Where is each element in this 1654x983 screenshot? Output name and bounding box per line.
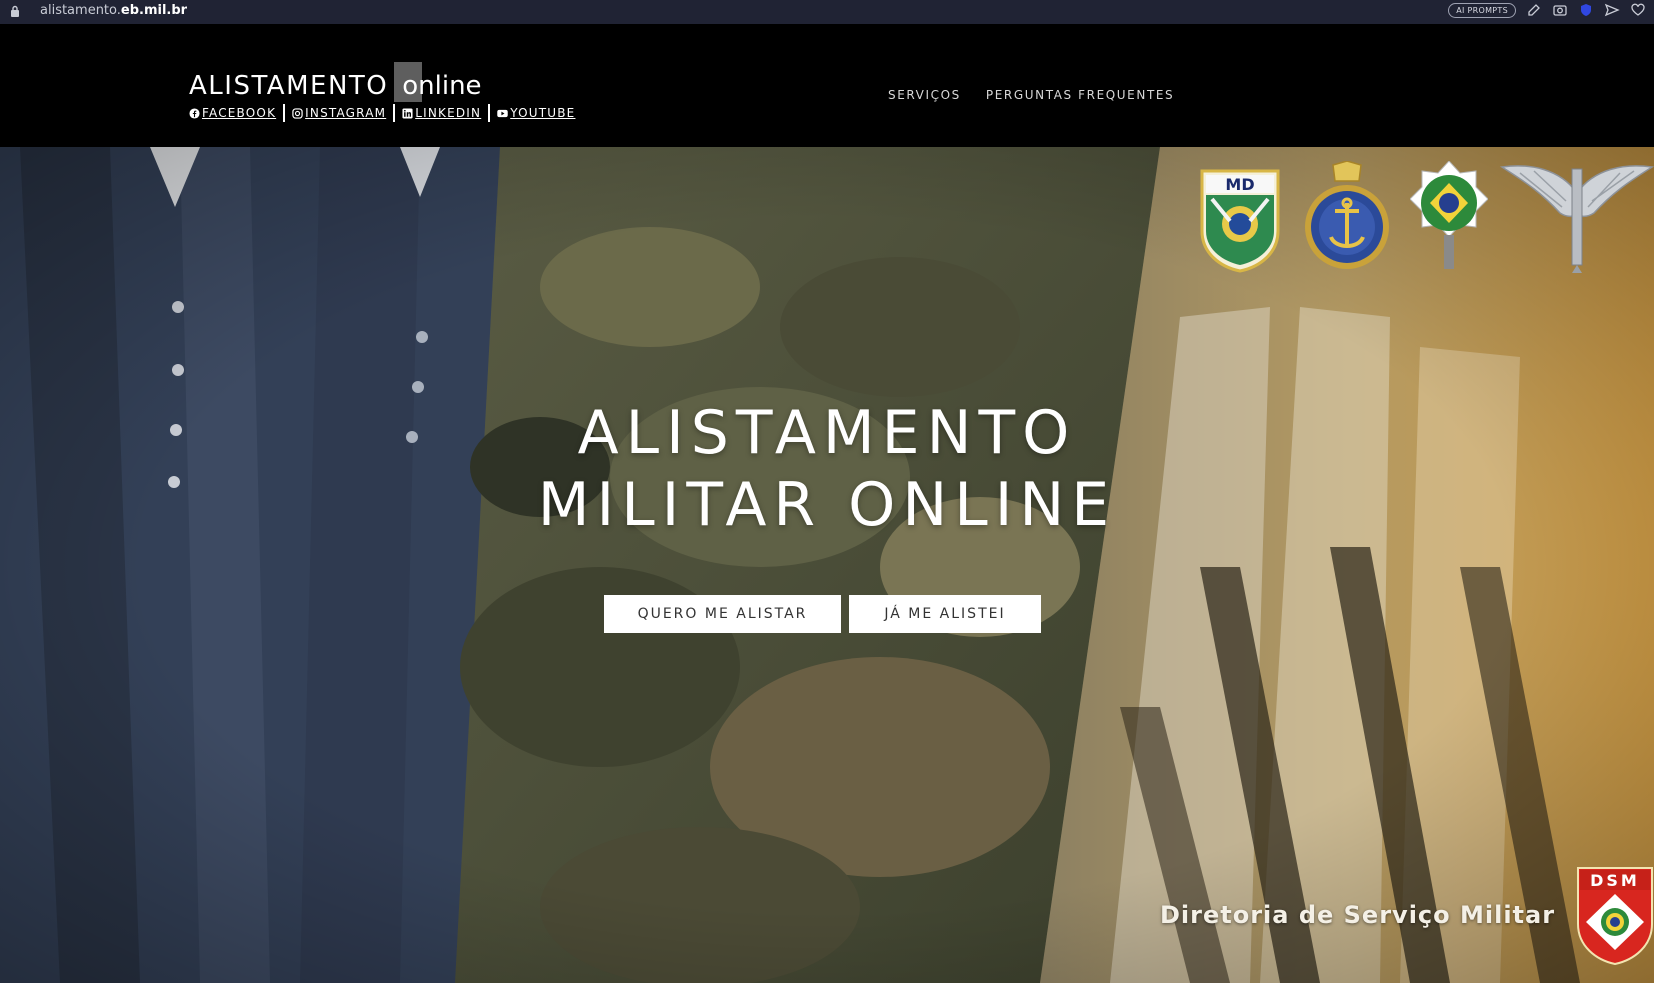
hero-section: MD ALISTAMENTO MILITAR ONLINE QUERO ME A… [0,147,1654,983]
facebook-link[interactable]: FACEBOOK [189,106,276,120]
divider [283,104,286,122]
linkedin-link[interactable]: LINKEDIN [402,106,481,120]
brand-logo[interactable]: ALISTAMENTO online [189,62,482,102]
edit-icon[interactable] [1526,2,1542,18]
ai-prompts-button[interactable]: AI PROMPTS [1448,2,1516,18]
marinha-emblem [1305,161,1389,269]
youtube-icon [497,109,508,117]
md-emblem: MD [1200,169,1280,273]
divider [488,104,491,122]
nav-item-perguntas-frequentes[interactable]: PERGUNTAS FREQUENTES [986,88,1174,102]
main-nav: SERVIÇOS PERGUNTAS FREQUENTES [888,88,1174,102]
instagram-link[interactable]: INSTAGRAM [292,106,386,120]
nav-item-servicos[interactable]: SERVIÇOS [888,88,961,102]
social-links: FACEBOOK INSTAGRAM LINKEDIN YOUTUBE [189,104,575,122]
send-icon[interactable] [1604,2,1620,18]
shield-icon[interactable] [1578,2,1594,18]
instagram-icon [292,107,303,119]
browser-toolbar: AI PROMPTS [1448,2,1646,18]
aeronautica-emblem [1500,165,1654,273]
hero-background-image [0,147,1654,983]
ja-me-alistei-button[interactable]: JÁ ME ALISTEI [849,595,1041,633]
site-header: ALISTAMENTO online FACEBOOK INSTAGRAM LIN… [0,24,1654,147]
exercito-emblem [1410,161,1488,269]
lock-icon [11,5,19,17]
browser-address-bar: alistamento.eb.mil.br AI PROMPTS [0,0,1654,24]
hero-title-line1: ALISTAMENTO [577,398,1077,468]
youtube-link[interactable]: YOUTUBE [497,106,575,120]
heart-icon[interactable] [1630,2,1646,18]
quero-me-alistar-button[interactable]: QUERO ME ALISTAR [604,595,841,633]
url-domain: eb.mil.br [120,3,188,18]
brand-suffix: online [402,71,482,101]
youtube-label: YOUTUBE [510,106,576,120]
hero-title: ALISTAMENTO MILITAR ONLINE [0,397,1654,541]
instagram-label: INSTAGRAM [305,106,387,120]
divider [393,104,396,122]
facebook-label: FACEBOOK [202,106,277,120]
md-emblem-text: MD [1225,175,1254,194]
dsm-badge-text: DSM [1590,871,1640,890]
url-text[interactable]: alistamento.eb.mil.br [40,3,187,18]
url-prefix: alistamento. [40,3,121,18]
dsm-label: Diretoria de Serviço Militar [1160,901,1556,929]
hero-title-line2: MILITAR ONLINE [537,470,1117,540]
dsm-emblem: DSM [1577,867,1653,966]
facebook-icon [189,107,200,119]
camera-icon[interactable] [1552,2,1568,18]
linkedin-icon [402,107,413,119]
linkedin-label: LINKEDIN [415,106,482,120]
brand-main: ALISTAMENTO [189,71,389,101]
